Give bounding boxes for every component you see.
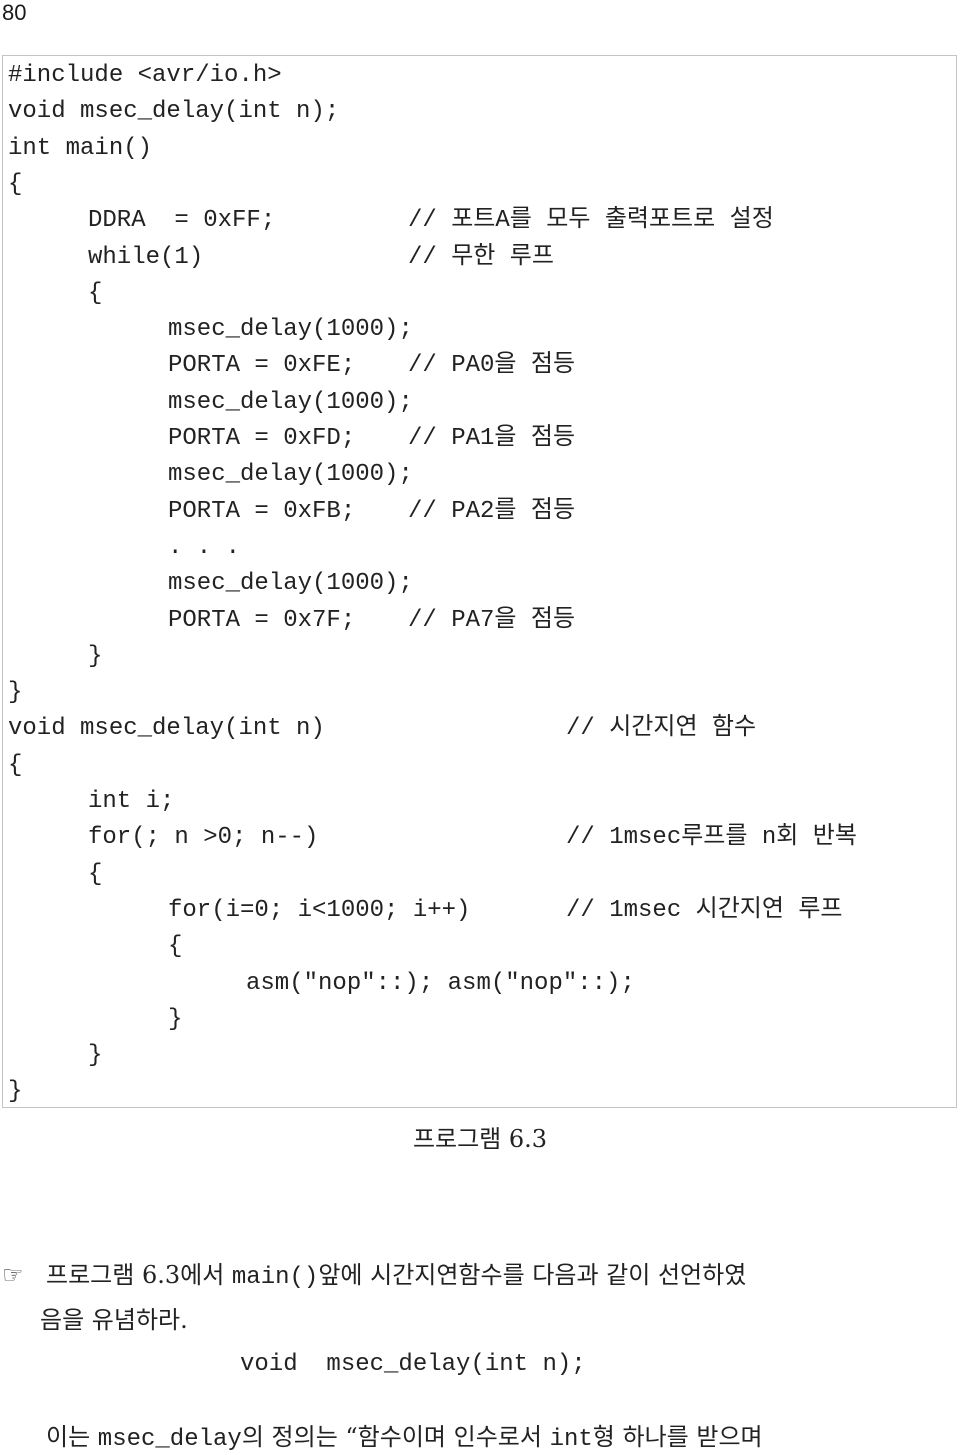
code-text: DDRA = 0xFF; bbox=[88, 207, 276, 235]
code-text: int main() bbox=[8, 134, 153, 162]
code-text: void msec_delay(int n); bbox=[8, 98, 340, 126]
code-text: for(; n >0; n--) bbox=[88, 824, 319, 852]
page-number: 80 bbox=[2, 0, 27, 25]
code-line: msec_delay(1000); bbox=[168, 569, 413, 599]
code-line: { bbox=[8, 751, 22, 781]
code-line: PORTA = 0xFB; bbox=[168, 497, 355, 527]
code-line: . . . bbox=[168, 533, 240, 563]
code-text: void msec_delay(int n) bbox=[8, 715, 325, 743]
code-text: { bbox=[88, 860, 103, 888]
code-line: msec_delay(1000); bbox=[168, 315, 413, 345]
code-comment: // PA2를 점등 bbox=[408, 497, 576, 525]
code-line: msec_delay(1000); bbox=[168, 460, 413, 490]
code-text: int i; bbox=[88, 788, 175, 815]
note-text: 프로그램 6.3에서 bbox=[46, 1261, 232, 1289]
code-text: PORTA = 0xFB; bbox=[168, 497, 356, 525]
code-comment: // PA7을 점등 bbox=[408, 606, 576, 634]
code-comment: // 포트A를 모두 출력포트로 설정 bbox=[408, 207, 774, 235]
note-code-int: int bbox=[549, 1426, 593, 1453]
code-line: msec_delay(1000); bbox=[168, 388, 413, 418]
note-code-msec-delay: msec_delay bbox=[97, 1426, 242, 1453]
pointing-hand-icon: ☞ bbox=[2, 1261, 24, 1289]
code-text: PORTA = 0xFE; bbox=[168, 352, 356, 380]
code-text: . . . bbox=[168, 533, 241, 561]
code-text: } bbox=[168, 1005, 183, 1033]
code-text: } bbox=[8, 1078, 23, 1106]
code-text: } bbox=[8, 679, 23, 707]
code-comment: // 시간지연 함수 bbox=[566, 715, 757, 743]
code-comment: // 1msec루프를 n회 반복 bbox=[566, 824, 857, 852]
note-paragraph-2: 이는 msec_delay의 정의는 “함수이며 인수로서 int형 하나를 받… bbox=[46, 1422, 763, 1455]
code-comment: // PA1을 점등 bbox=[408, 425, 576, 452]
code-line: asm("nop"::); asm("nop"::); bbox=[246, 969, 635, 999]
code-text: PORTA = 0xFD; bbox=[168, 425, 356, 452]
code-line: } bbox=[88, 642, 102, 672]
code-line: DDRA = 0xFF; bbox=[88, 206, 275, 236]
code-text: { bbox=[8, 170, 23, 198]
note-code-main: main() bbox=[231, 1264, 319, 1291]
note-text: 형 하나를 받으며 bbox=[592, 1423, 763, 1451]
code-text: while(1) bbox=[88, 243, 204, 271]
code-text: { bbox=[88, 279, 103, 307]
note-text: 의 정의는 “함수이며 인수로서 bbox=[241, 1423, 550, 1451]
code-line: for(; n >0; n--) bbox=[88, 823, 318, 853]
note-text: 이는 bbox=[46, 1423, 98, 1451]
code-line: int main() bbox=[8, 134, 152, 164]
declaration-code: void msec_delay(int n); bbox=[240, 1351, 586, 1378]
program-caption: 프로그램 6.3 bbox=[412, 1125, 548, 1153]
code-line: { bbox=[88, 279, 102, 309]
code-text: for(i=0; i<1000; i++) bbox=[168, 896, 471, 924]
code-text: #include <avr/io.h> bbox=[8, 62, 282, 89]
code-line: PORTA = 0xFD; bbox=[168, 424, 355, 454]
code-line: #include <avr/io.h> bbox=[8, 61, 282, 91]
code-line: } bbox=[8, 1077, 22, 1107]
code-text: msec_delay(1000); bbox=[168, 461, 413, 489]
code-text: } bbox=[88, 642, 103, 670]
code-line: { bbox=[88, 860, 102, 890]
code-line: int i; bbox=[88, 787, 174, 817]
code-line: } bbox=[168, 1005, 182, 1035]
code-text: { bbox=[8, 751, 23, 779]
code-line: } bbox=[8, 678, 22, 708]
code-text: msec_delay(1000); bbox=[168, 570, 413, 598]
code-line: void msec_delay(int n); bbox=[8, 97, 339, 127]
code-line: PORTA = 0xFE; bbox=[168, 351, 355, 381]
note-paragraph-line-1: 프로그램 6.3에서 main()앞에 시간지연함수를 다음과 같이 선언하였 bbox=[46, 1260, 746, 1293]
note-paragraph-line-2: 음을 유념하라. bbox=[40, 1306, 188, 1334]
code-line: { bbox=[168, 932, 182, 962]
code-comment: // PA0을 점등 bbox=[408, 352, 576, 380]
code-text: msec_delay(1000); bbox=[168, 388, 413, 416]
code-line: { bbox=[8, 170, 22, 200]
code-comment: // 무한 루프 bbox=[408, 243, 554, 271]
code-line: while(1) bbox=[88, 243, 203, 273]
code-line: PORTA = 0x7F; bbox=[168, 606, 355, 636]
code-line: } bbox=[88, 1041, 102, 1071]
code-text: asm("nop"::); asm("nop"::); bbox=[246, 969, 635, 997]
code-line: for(i=0; i<1000; i++) bbox=[168, 896, 470, 926]
code-text: msec_delay(1000); bbox=[168, 316, 413, 344]
code-text: { bbox=[168, 933, 183, 961]
code-text: } bbox=[88, 1042, 103, 1070]
code-text: PORTA = 0x7F; bbox=[168, 606, 356, 634]
code-line: void msec_delay(int n) bbox=[8, 714, 325, 744]
note-text: 앞에 시간지연함수를 다음과 같이 선언하였 bbox=[318, 1261, 747, 1289]
code-comment: // 1msec 시간지연 루프 bbox=[566, 896, 843, 924]
